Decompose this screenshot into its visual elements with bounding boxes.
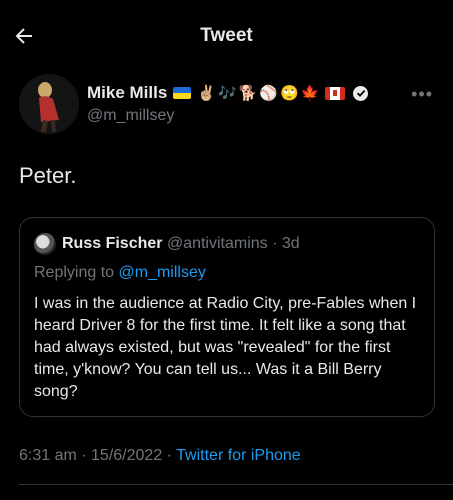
meta-separator: · — [76, 447, 92, 464]
separator-dot: · — [272, 235, 282, 252]
author-avatar[interactable] — [19, 74, 79, 134]
top-bar: Tweet — [0, 0, 453, 70]
ukraine-flag-icon — [173, 87, 192, 99]
more-options-icon[interactable]: ••• — [411, 84, 433, 105]
peace-hand-icon: ✌🏼 — [197, 83, 216, 102]
tweet-time[interactable]: 6:31 am — [19, 447, 77, 464]
divider — [19, 484, 453, 485]
dog-icon: 🐕 — [238, 83, 258, 102]
tweet-date[interactable]: 15/6/2022 — [91, 447, 162, 464]
canada-flag-icon — [325, 86, 346, 100]
tweet-author: Mike Mills ✌🏼 🎶 🐕 ⚾ 🙄 🍁 @m_millsey ••• — [19, 74, 439, 138]
replying-to-line: Replying to @m_millsey — [34, 264, 206, 282]
tweet-source-link[interactable]: Twitter for iPhone — [176, 447, 301, 464]
tweet-metadata: 6:31 am · 15/6/2022 · Twitter for iPhone — [19, 447, 301, 465]
eye-roll-face-icon: 🙄 — [280, 83, 299, 102]
quoted-author-row: Russ Fischer @antivitamins · 3d — [62, 235, 300, 253]
verified-badge-icon — [353, 85, 369, 101]
quoted-author-handle: @antivitamins — [166, 235, 268, 252]
author-name-row[interactable]: Mike Mills ✌🏼 🎶 🐕 ⚾ 🙄 🍁 — [87, 83, 369, 103]
page-title: Tweet — [200, 25, 253, 46]
music-notes-icon: 🎶 — [218, 83, 237, 102]
meta-separator: · — [162, 447, 177, 464]
tweet-text: Peter. — [19, 163, 77, 188]
quoted-tweet[interactable]: Russ Fischer @antivitamins · 3d Replying… — [19, 217, 435, 417]
replying-to-label: Replying to — [34, 264, 119, 281]
maple-leaf-icon: 🍁 — [300, 83, 320, 102]
author-display-name[interactable]: Mike Mills — [87, 83, 167, 103]
quoted-tweet-text: I was in the audience at Radio City, pre… — [34, 295, 417, 400]
quoted-author-avatar — [34, 233, 56, 255]
quoted-tweet-age: 3d — [281, 235, 300, 252]
baseball-icon: ⚾ — [259, 83, 279, 102]
quoted-author-name: Russ Fischer — [62, 235, 163, 252]
author-handle[interactable]: @m_millsey — [87, 107, 174, 125]
replying-to-mention-link[interactable]: @m_millsey — [119, 264, 206, 281]
